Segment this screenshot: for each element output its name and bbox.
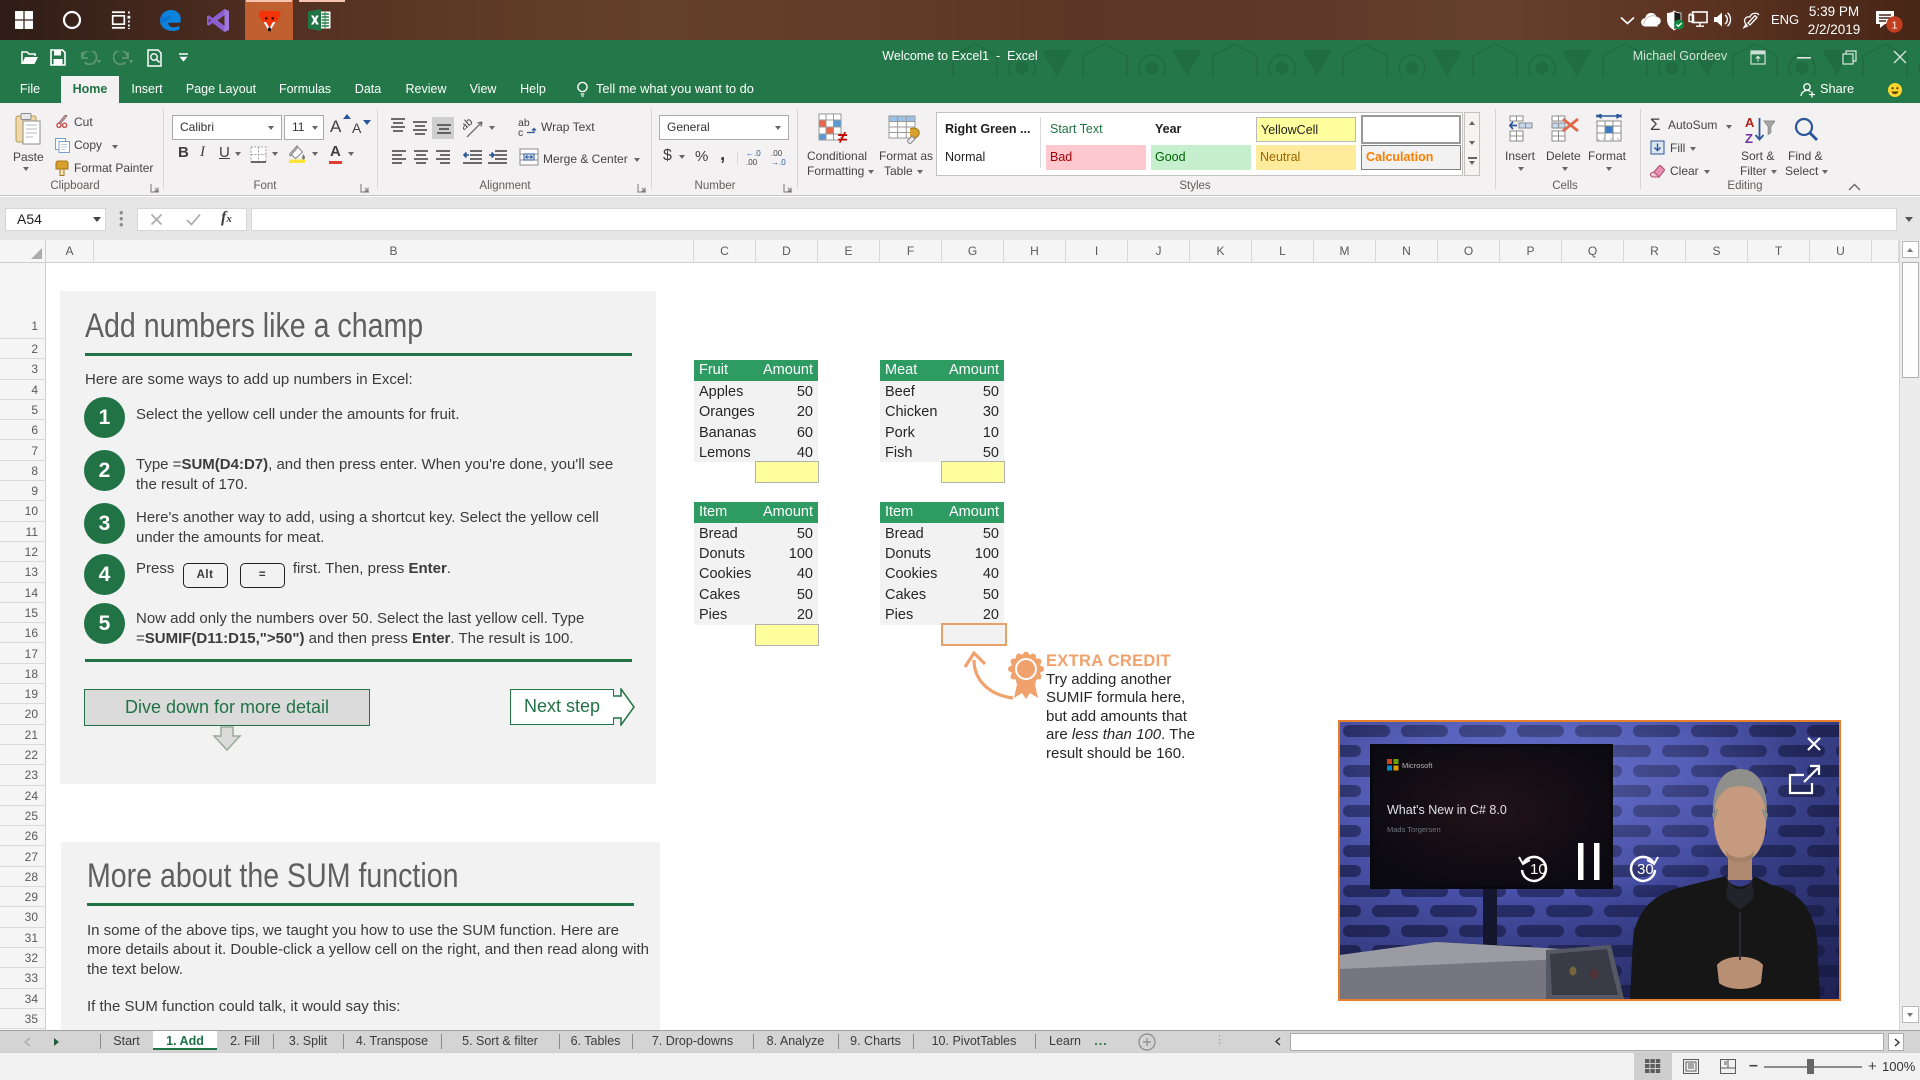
svg-text:←.0: ←.0 — [746, 149, 761, 158]
svg-text:.00: .00 — [746, 158, 758, 167]
svg-text:10: 10 — [1530, 861, 1547, 878]
svg-text:→.0: →.0 — [771, 158, 786, 167]
svg-text:.00: .00 — [771, 149, 783, 158]
svg-text:30: 30 — [1637, 861, 1654, 878]
svg-text:A: A — [1745, 115, 1755, 130]
svg-text:≠: ≠ — [838, 128, 848, 145]
svg-text:Microsoft: Microsoft — [1402, 761, 1433, 770]
svg-text:c: c — [518, 127, 523, 138]
svg-text:Z: Z — [1745, 131, 1753, 145]
svg-text:1: 1 — [1892, 19, 1898, 31]
svg-text:Mads Torgersen: Mads Torgersen — [1387, 825, 1441, 834]
svg-text:What's New in C# 8.0: What's New in C# 8.0 — [1387, 803, 1507, 817]
